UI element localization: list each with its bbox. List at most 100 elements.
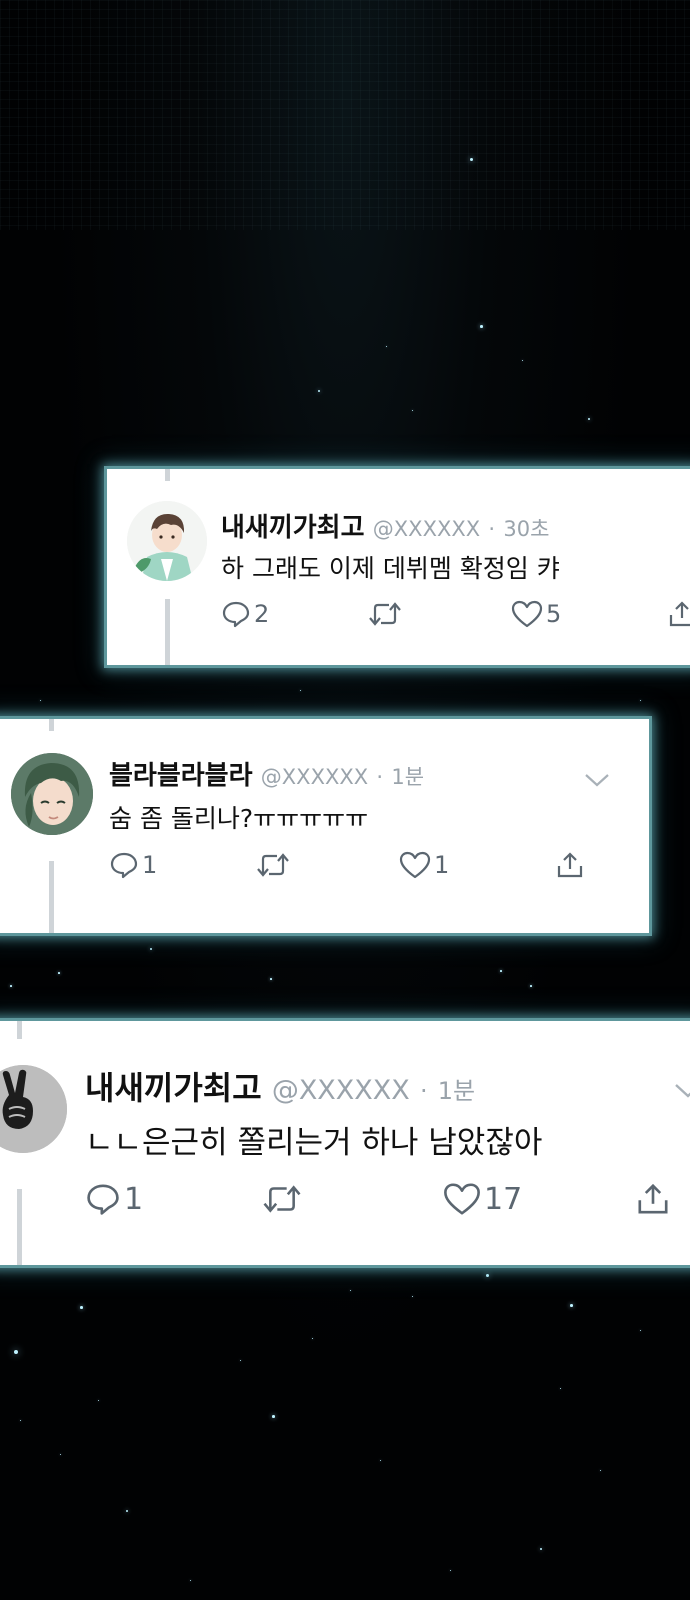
- star: [588, 418, 590, 420]
- peace-hand-icon: [0, 1065, 67, 1153]
- heart-icon: [399, 850, 431, 880]
- retweet-arrows-icon: [261, 1181, 303, 1217]
- starry-background: 내새끼가최고 @XXXXXX · 30초 하 그래도 이제 데뷔멤 확정임 캬 …: [0, 0, 690, 1600]
- retweet-arrows-icon: [367, 599, 403, 629]
- tweet-text: 숨 좀 돌리나?ㅠㅠㅠㅠㅠ: [109, 804, 369, 833]
- star: [530, 985, 532, 987]
- reply-count: 2: [254, 600, 270, 628]
- separator-dot: ·: [488, 517, 496, 541]
- retweet-button[interactable]: [255, 850, 291, 880]
- star: [58, 972, 60, 974]
- like-count: 17: [484, 1181, 523, 1217]
- star: [318, 390, 320, 392]
- star: [380, 1460, 382, 1462]
- star: [412, 1296, 414, 1298]
- reply-button[interactable]: 1: [109, 850, 157, 880]
- star: [540, 1548, 542, 1550]
- star: [450, 1570, 452, 1572]
- share-button[interactable]: [555, 850, 585, 880]
- tweet-header: 내새끼가최고 @XXXXXX · 1분: [85, 1063, 475, 1109]
- heart-icon: [511, 599, 543, 629]
- share-upload-icon: [555, 850, 585, 880]
- star: [80, 1306, 83, 1309]
- display-name[interactable]: 내새끼가최고: [85, 1069, 262, 1107]
- timestamp[interactable]: 1분: [438, 1077, 475, 1105]
- speech-bubble-icon: [221, 599, 251, 629]
- star: [190, 1580, 192, 1582]
- reply-button[interactable]: 1: [85, 1181, 143, 1217]
- star: [412, 410, 414, 412]
- star: [20, 1420, 22, 1422]
- tweet-header: 내새끼가최고 @XXXXXX · 30초: [221, 507, 549, 544]
- tweet-header: 블라블라블라 @XXXXXX · 1분: [109, 755, 424, 792]
- star: [570, 1304, 573, 1307]
- tweet-card-2[interactable]: 블라블라블라 @XXXXXX · 1분 숨 좀 돌리나?ㅠㅠㅠㅠㅠ 1 1: [0, 716, 652, 936]
- thread-line: [17, 1189, 22, 1265]
- star: [270, 978, 272, 980]
- more-options-button[interactable]: [583, 771, 611, 793]
- avatar-illustration: [11, 753, 93, 835]
- chevron-down-icon: [583, 774, 611, 793]
- star: [14, 1350, 18, 1354]
- star: [10, 985, 12, 987]
- star: [600, 1470, 602, 1472]
- chevron-down-icon: [673, 1084, 690, 1105]
- like-button[interactable]: 5: [511, 599, 561, 629]
- more-options-button[interactable]: [673, 1081, 690, 1105]
- star: [386, 346, 388, 348]
- star: [470, 158, 473, 161]
- like-count: 1: [434, 851, 450, 879]
- thread-line: [17, 1021, 22, 1039]
- heart-icon: [443, 1181, 481, 1217]
- star: [272, 1415, 275, 1418]
- tweet-card-3[interactable]: 내새끼가최고 @XXXXXX · 1분 ㄴㄴ은근히 쫄리는거 하나 남았잖아 1: [0, 1018, 690, 1268]
- timestamp[interactable]: 30초: [503, 517, 549, 541]
- thread-line: [49, 719, 54, 731]
- speech-bubble-icon: [85, 1181, 121, 1217]
- reply-count: 1: [124, 1181, 144, 1217]
- speech-bubble-icon: [109, 850, 139, 880]
- timestamp[interactable]: 1분: [391, 765, 424, 789]
- star: [480, 325, 483, 328]
- tweet-text: 하 그래도 이제 데뷔멤 확정임 캬: [221, 554, 560, 583]
- star: [126, 1510, 128, 1512]
- separator-dot: ·: [376, 765, 384, 789]
- thread-line: [165, 469, 170, 481]
- star: [522, 360, 524, 362]
- user-handle[interactable]: @XXXXXX: [272, 1075, 410, 1106]
- display-name[interactable]: 내새끼가최고: [221, 513, 365, 543]
- like-button[interactable]: 17: [443, 1181, 522, 1217]
- retweet-button[interactable]: [367, 599, 403, 629]
- share-upload-icon: [667, 599, 690, 629]
- retweet-arrows-icon: [255, 850, 291, 880]
- share-button[interactable]: [667, 599, 690, 629]
- user-handle[interactable]: @XXXXXX: [373, 517, 480, 541]
- star: [40, 700, 42, 702]
- star: [500, 970, 502, 972]
- display-name[interactable]: 블라블라블라: [109, 761, 253, 791]
- thread-line: [49, 861, 54, 933]
- separator-dot: ·: [419, 1077, 428, 1105]
- share-button[interactable]: [635, 1181, 671, 1217]
- like-button[interactable]: 1: [399, 850, 449, 880]
- star: [240, 1360, 242, 1362]
- share-upload-icon: [635, 1181, 671, 1217]
- star: [640, 700, 642, 702]
- reply-button[interactable]: 2: [221, 599, 269, 629]
- tweet-card-1[interactable]: 내새끼가최고 @XXXXXX · 30초 하 그래도 이제 데뷔멤 확정임 캬 …: [104, 466, 690, 668]
- star: [560, 1388, 562, 1390]
- retweet-button[interactable]: [261, 1181, 303, 1217]
- star: [486, 1274, 489, 1277]
- tweet-text: ㄴㄴ은근히 쫄리는거 하나 남았잖아: [85, 1125, 543, 1161]
- thread-line: [165, 599, 170, 665]
- avatar[interactable]: [0, 1065, 67, 1153]
- star: [60, 1454, 62, 1456]
- user-handle[interactable]: @XXXXXX: [261, 765, 368, 789]
- avatar[interactable]: [127, 501, 207, 581]
- avatar[interactable]: [11, 753, 93, 835]
- star: [350, 1290, 352, 1292]
- like-count: 5: [546, 600, 562, 628]
- star: [640, 1330, 642, 1332]
- star: [312, 1338, 314, 1340]
- reply-count: 1: [142, 851, 158, 879]
